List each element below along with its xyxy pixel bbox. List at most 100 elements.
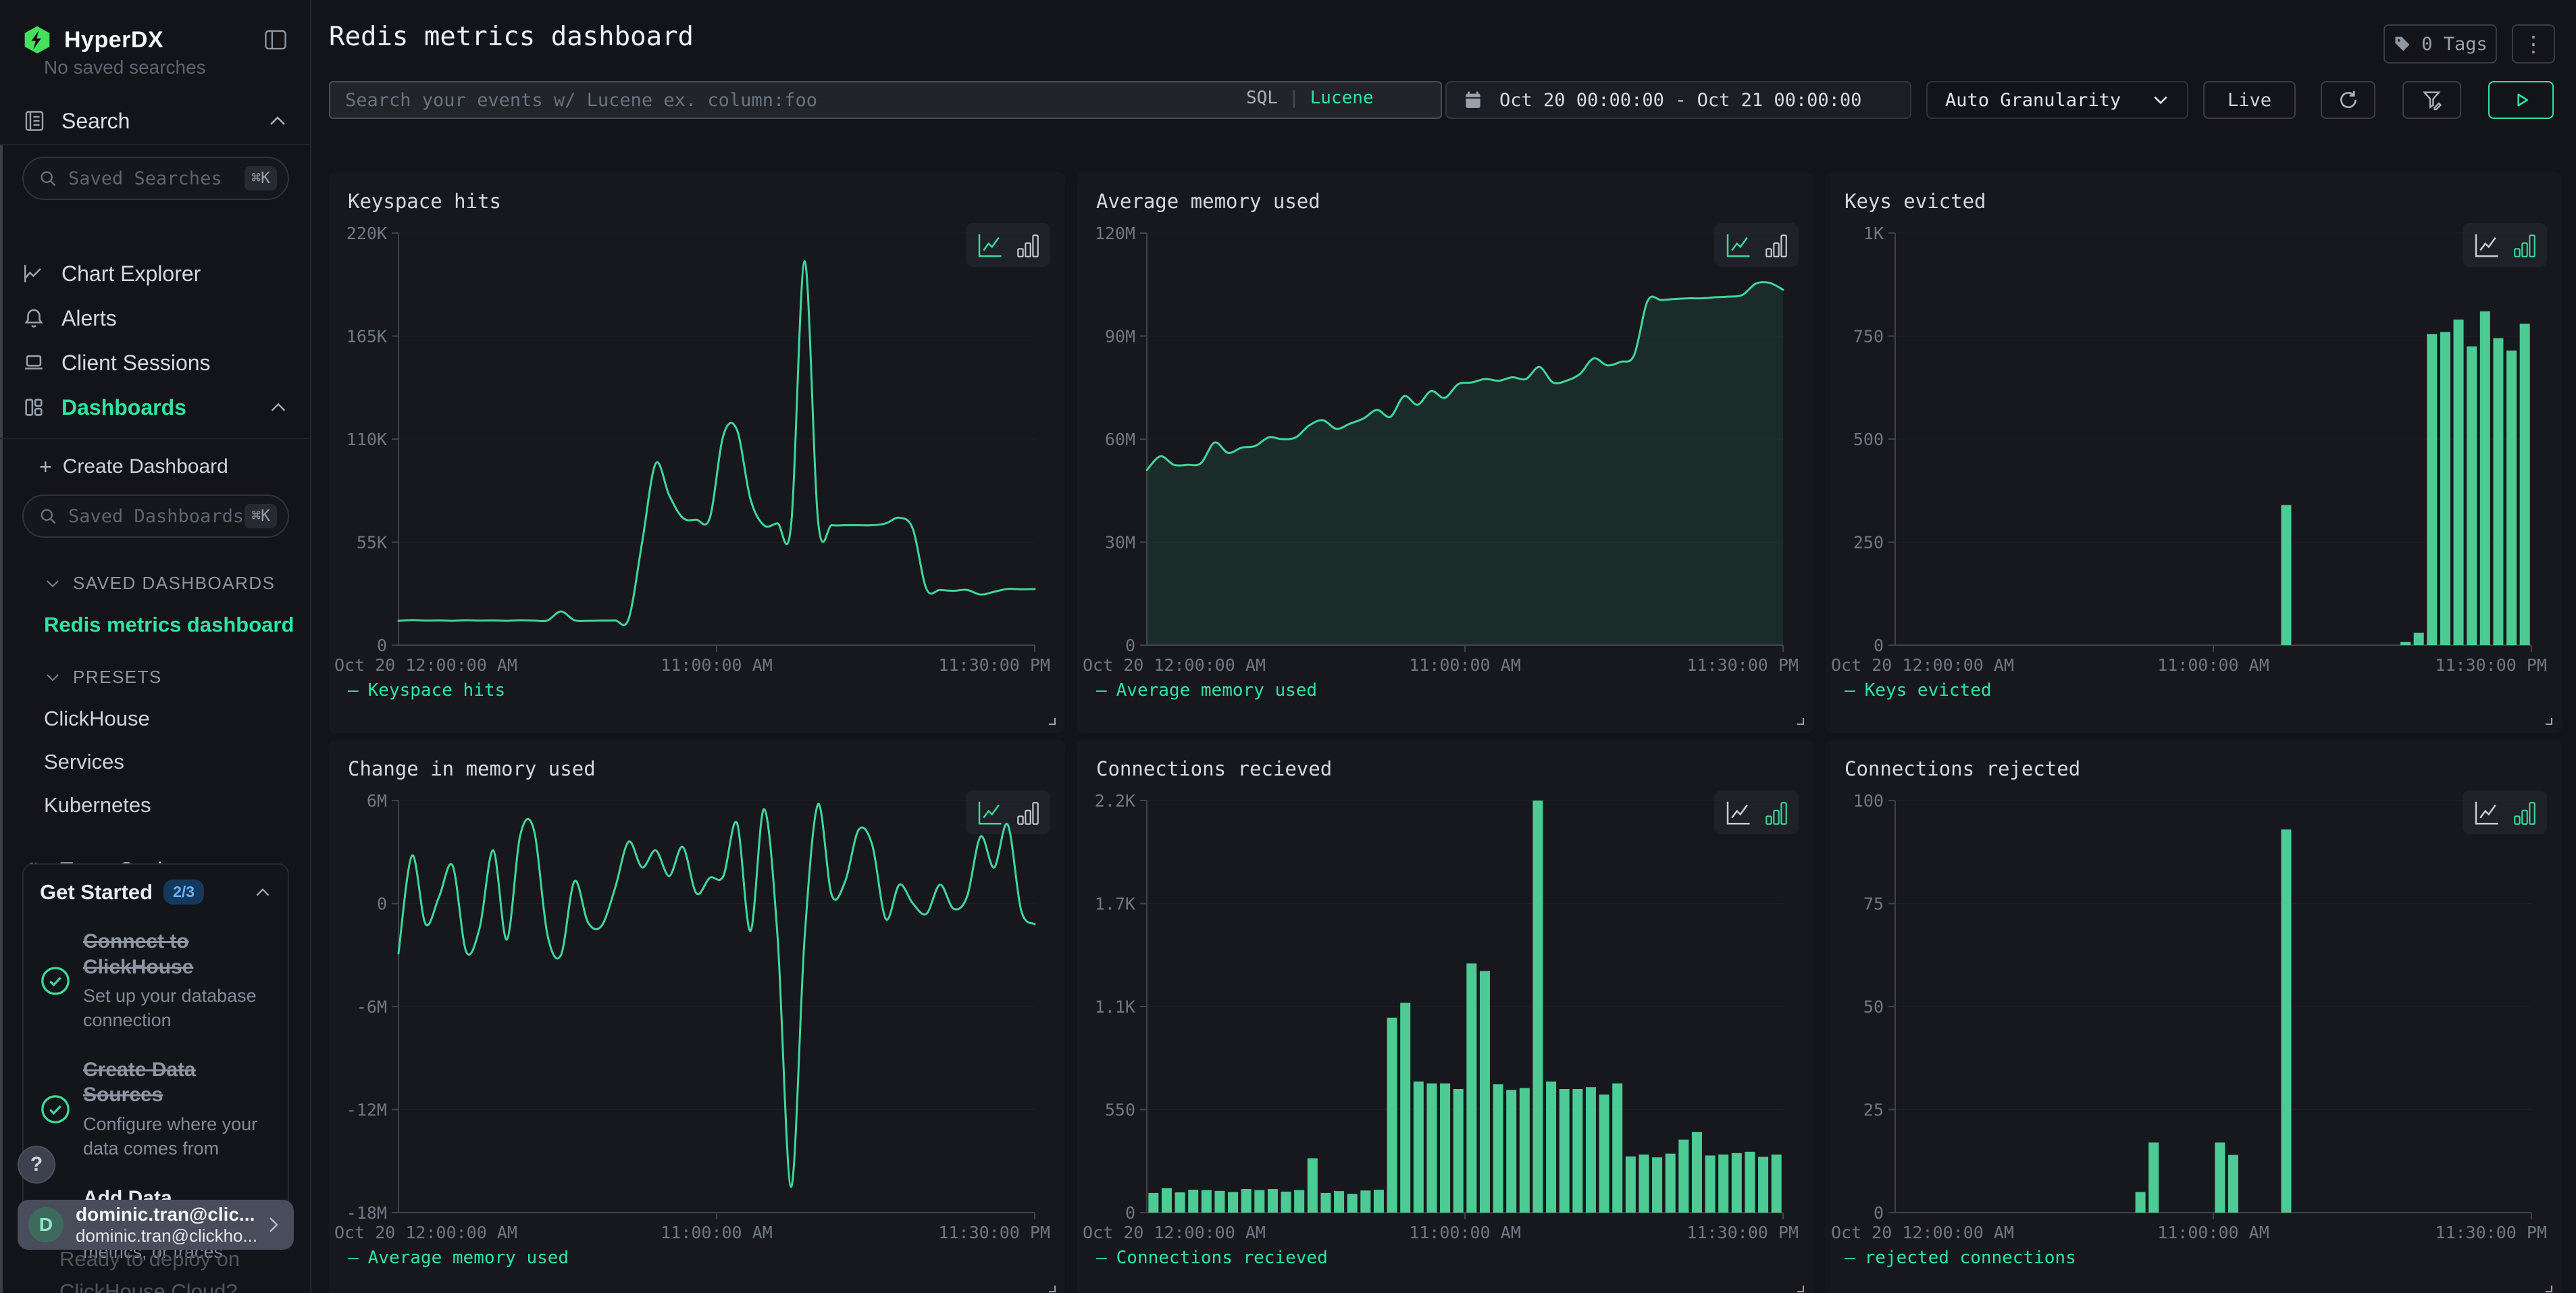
sidebar-item-search[interactable]: Search (0, 99, 310, 143)
sidebar-item-chart-explorer[interactable]: Chart Explorer (0, 251, 310, 296)
sidebar-collapse-icon[interactable] (263, 29, 288, 51)
resize-handle-icon[interactable] (1795, 715, 1805, 726)
bar (2414, 633, 2424, 645)
chart-legend[interactable]: — Keys evicted (1845, 680, 1992, 701)
bar (1532, 801, 1543, 1213)
filter-button[interactable] (2402, 81, 2461, 119)
chart-legend[interactable]: — Connections recieved (1096, 1248, 1328, 1268)
step-desc: Set up your database connection (83, 984, 272, 1033)
bar (2506, 351, 2517, 645)
sidebar-item-clickhouse[interactable]: ClickHouse (44, 707, 310, 731)
bar (1294, 1190, 1304, 1213)
resize-handle-icon[interactable] (1046, 715, 1057, 726)
kebab-menu-icon[interactable]: ⋮ (2512, 24, 2555, 64)
create-dashboard-button[interactable]: + Create Dashboard (0, 446, 310, 488)
resize-handle-icon[interactable] (1795, 1283, 1805, 1293)
saved-searches-input[interactable] (68, 168, 244, 189)
chevron-down-icon (45, 672, 61, 683)
dashboard-grid-icon (22, 396, 47, 419)
chart-legend[interactable]: — Average memory used (348, 1248, 569, 1268)
saved-searches-search: ⌘K (22, 157, 289, 200)
refresh-button[interactable] (2321, 81, 2375, 119)
y-tick-label: 165K (346, 327, 387, 347)
chart-tile-average-memory: Average memory used 120M90M60M30M0Oct 20… (1077, 172, 1813, 733)
saved-dashboards-header[interactable]: SAVED DASHBOARDS (45, 573, 310, 594)
saved-dashboards-input[interactable] (68, 506, 244, 527)
chart-plot: 1K7505002500Oct 20 12:00:00 AM11:00:00 A… (1826, 172, 2562, 733)
x-tick-label: 11:30:00 PM (1686, 655, 1799, 675)
legend-dash: — (1845, 1248, 1855, 1268)
help-button[interactable]: ? (18, 1146, 55, 1184)
bar (1612, 1084, 1622, 1213)
brand-name: HyperDX (64, 27, 163, 53)
sql-toggle[interactable]: SQL (1246, 88, 1278, 108)
y-tick-label: 1.7K (1095, 894, 1135, 914)
tags-button[interactable]: 0 Tags (2384, 24, 2497, 64)
date-range-picker[interactable]: Oct 20 00:00:00 - Oct 21 00:00:00 (1445, 81, 1911, 119)
y-tick-label: 250 (1853, 533, 1884, 553)
legend-label: Keys evicted (1865, 680, 1992, 701)
chart-legend[interactable]: — rejected connections (1845, 1248, 2076, 1268)
granularity-value: Auto Granularity (1945, 90, 2121, 111)
user-menu[interactable]: D dominic.tran@clic... dominic.tran@clic… (18, 1200, 294, 1250)
bar (1732, 1153, 1742, 1213)
y-tick-label: 120M (1095, 224, 1135, 243)
presets-header[interactable]: PRESETS (45, 667, 310, 688)
bar (1400, 1003, 1410, 1213)
y-tick-label: 6M (367, 791, 387, 811)
x-tick-label: Oct 20 12:00:00 AM (1831, 1223, 2014, 1242)
chevron-up-icon (269, 401, 288, 414)
y-tick-label: 0 (1125, 1203, 1135, 1223)
chart-legend[interactable]: — Keyspace hits (348, 680, 505, 701)
check-circle-icon (40, 929, 83, 1033)
bar (1268, 1189, 1278, 1213)
sidebar-item-redis-dashboard[interactable]: Redis metrics dashboard (44, 613, 310, 637)
bar (1374, 1190, 1384, 1213)
sidebar-item-alerts[interactable]: Alerts (0, 296, 310, 340)
legend-label: Average memory used (368, 1248, 569, 1268)
sidebar-item-kubernetes[interactable]: Kubernetes (44, 793, 310, 817)
y-tick-label: 110K (346, 430, 387, 449)
chevron-down-icon (2152, 94, 2169, 106)
y-tick-label: 750 (1853, 327, 1884, 347)
bar (1360, 1190, 1370, 1213)
live-button[interactable]: Live (2203, 81, 2296, 119)
chevron-up-icon[interactable] (254, 886, 272, 898)
sidebar-item-services[interactable]: Services (44, 750, 310, 774)
main-content: Redis metrics dashboard 0 Tags ⋮ SQL | L… (311, 0, 2576, 1293)
y-tick-label: 0 (1874, 636, 1884, 655)
chart-legend[interactable]: — Average memory used (1096, 680, 1317, 701)
bell-icon (22, 307, 47, 330)
lucene-toggle[interactable]: Lucene (1310, 88, 1374, 108)
hyperdx-logo-icon (22, 24, 52, 56)
y-tick-label: 0 (1874, 1203, 1884, 1223)
y-tick-label: -18M (346, 1203, 387, 1223)
get-started-step-connect[interactable]: Connect to ClickHouse Set up your databa… (40, 929, 272, 1033)
page-title: Redis metrics dashboard (329, 22, 694, 52)
bar (1520, 1088, 1530, 1213)
sidebar-item-client-sessions[interactable]: Client Sessions (0, 340, 310, 385)
bar (1599, 1094, 1609, 1213)
bar (1387, 1018, 1397, 1213)
area-fill (1147, 282, 1783, 645)
granularity-select[interactable]: Auto Granularity (1926, 81, 2188, 119)
sidebar-item-dashboards[interactable]: Dashboards (0, 385, 310, 430)
chart-plot: 220K165K110K55K0Oct 20 12:00:00 AM11:00:… (329, 172, 1065, 733)
resize-handle-icon[interactable] (1046, 1283, 1057, 1293)
run-query-button[interactable] (2488, 81, 2554, 119)
step-title: Create Data Sources (83, 1057, 272, 1108)
brand-row: HyperDX (0, 16, 310, 64)
nav-label: Chart Explorer (61, 261, 201, 286)
y-tick-label: 0 (1125, 636, 1135, 655)
bar (2467, 347, 2477, 645)
bar (1493, 1084, 1503, 1213)
resize-handle-icon[interactable] (2543, 715, 2554, 726)
line-chart-icon (22, 262, 47, 285)
x-tick-label: Oct 20 12:00:00 AM (1083, 655, 1266, 675)
legend-dash: — (1096, 680, 1107, 701)
bar (2281, 505, 2291, 645)
get-started-step-sources[interactable]: Create Data Sources Configure where your… (40, 1057, 272, 1161)
search-icon (38, 169, 57, 188)
bar (1466, 963, 1476, 1213)
resize-handle-icon[interactable] (2543, 1283, 2554, 1293)
